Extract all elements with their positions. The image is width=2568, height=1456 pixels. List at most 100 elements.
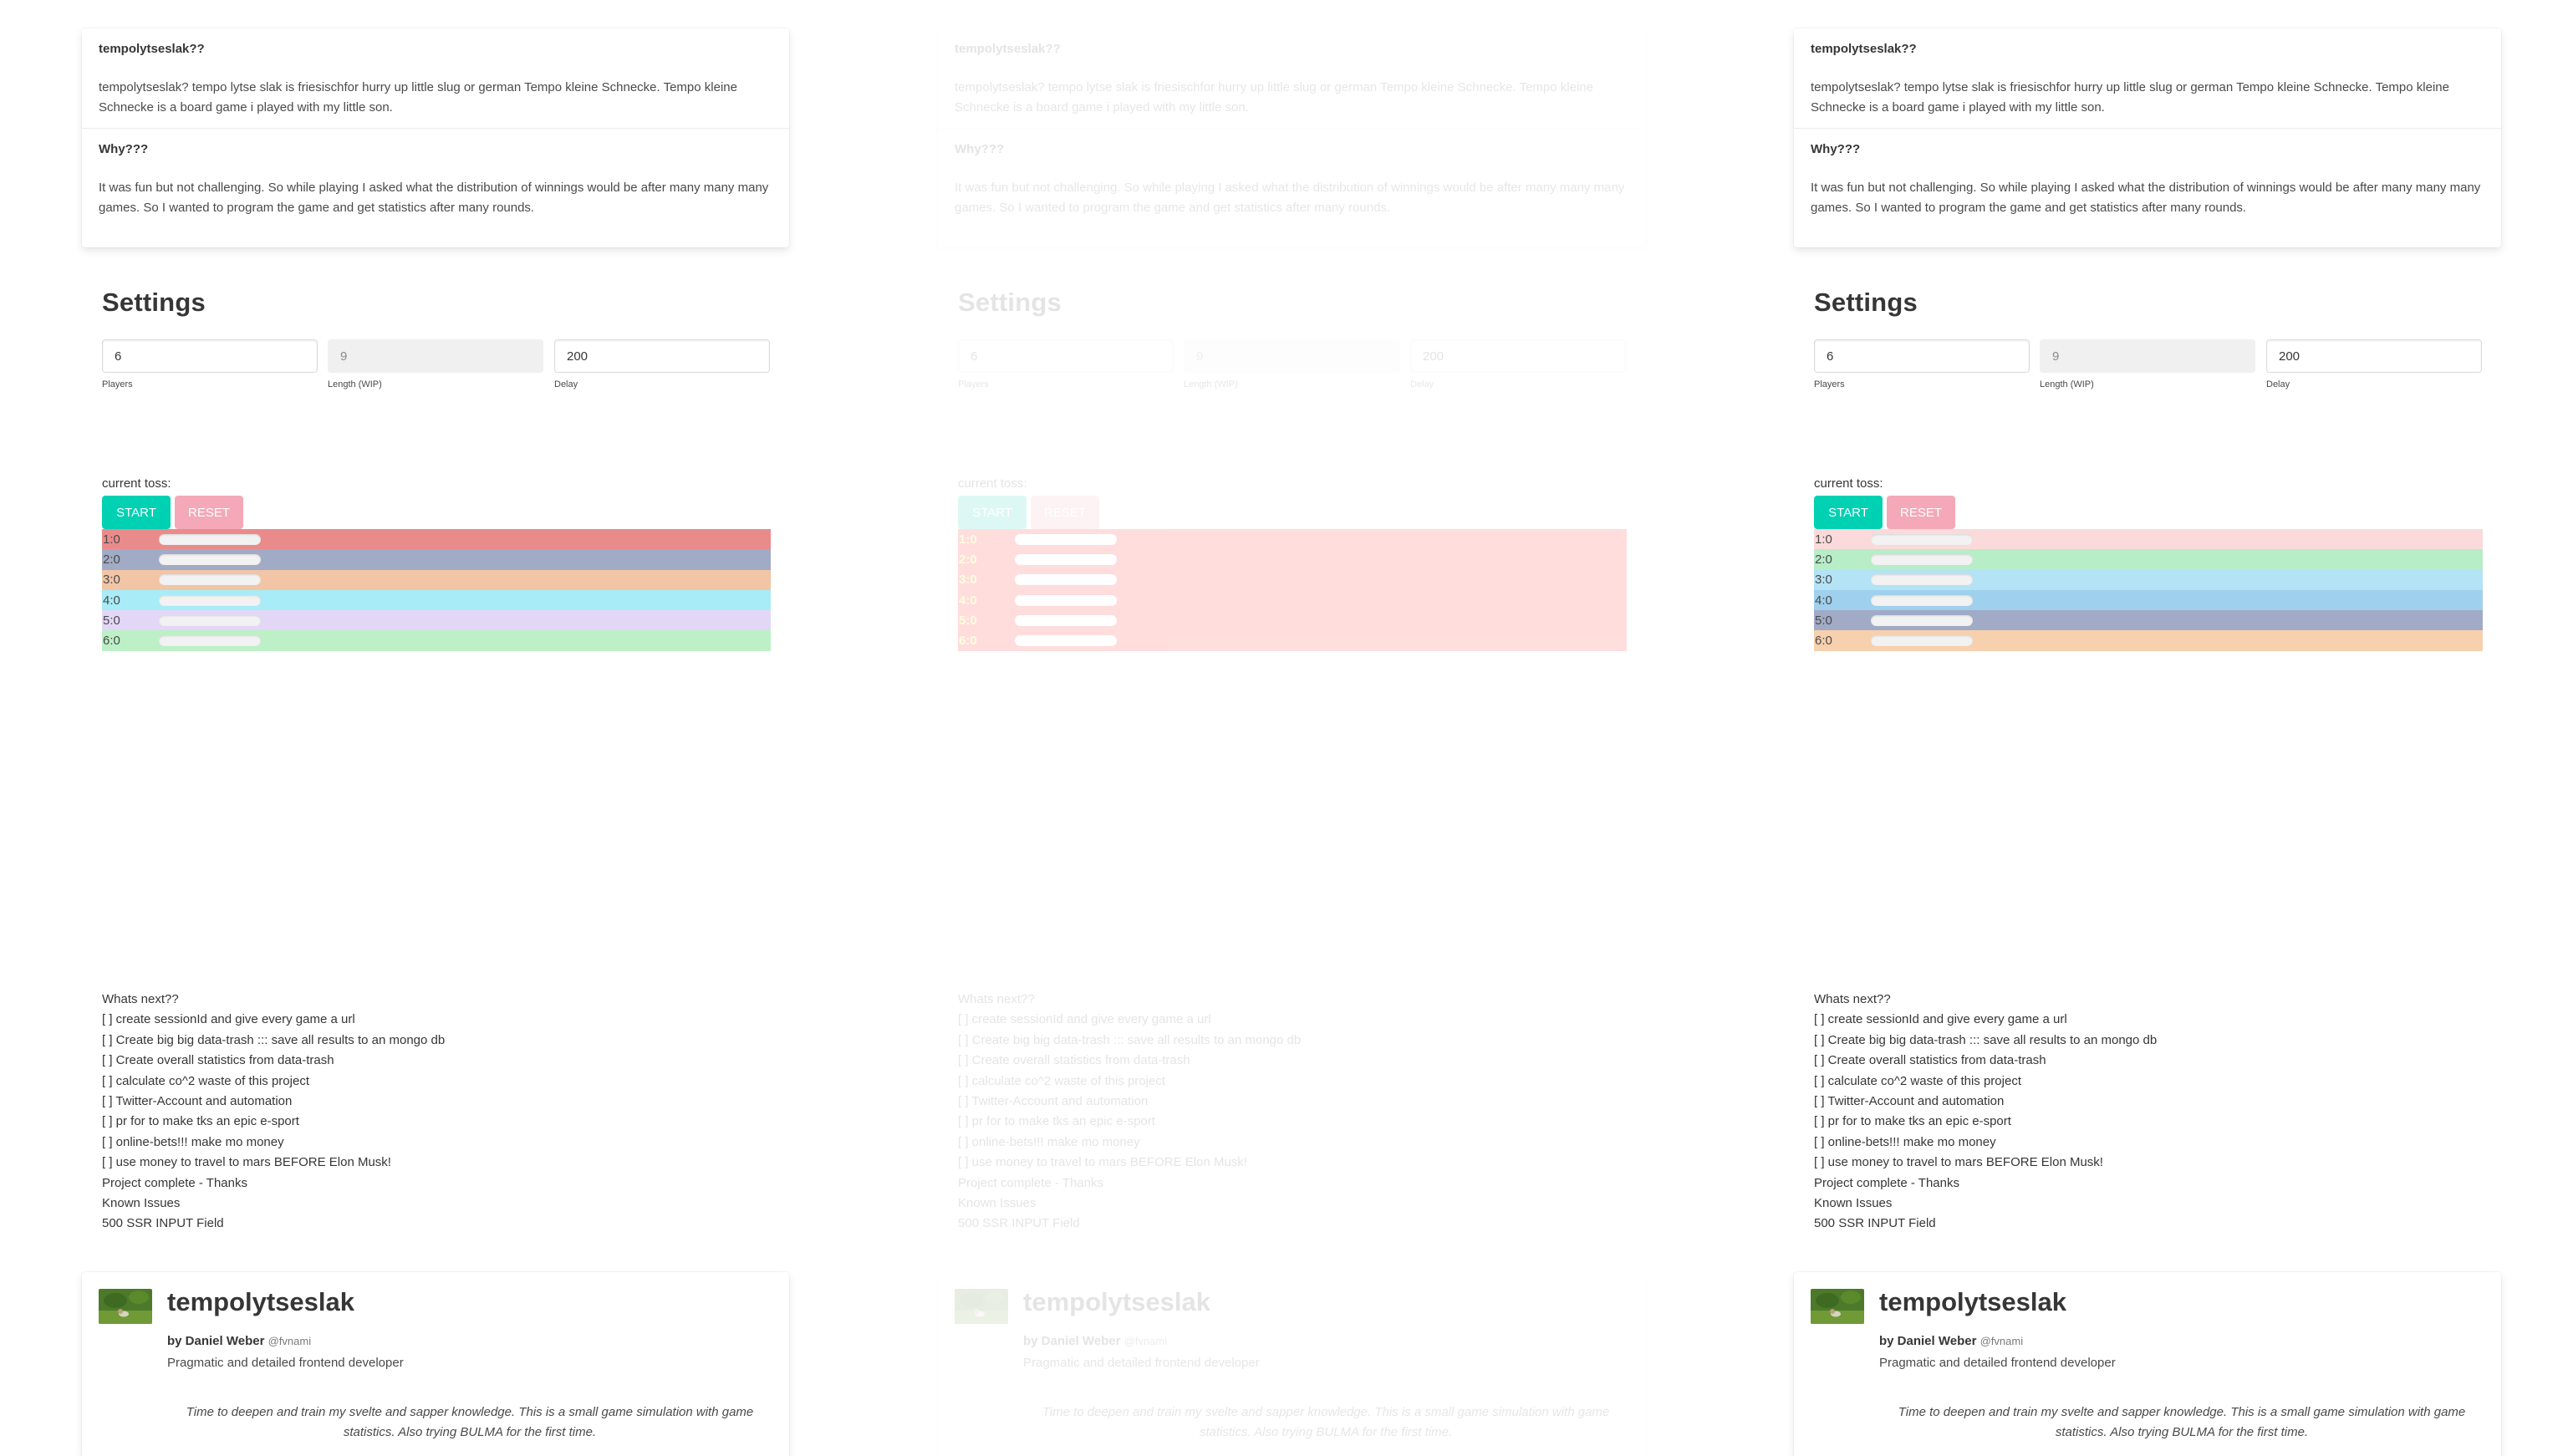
slug-piece <box>159 553 261 565</box>
intro-title: tempolytseslak?? <box>1811 42 1917 56</box>
todo-item: [ ] create sessionId and give every game… <box>1814 1012 2067 1027</box>
todo-item: [ ] create sessionId and give every game… <box>958 1012 1211 1027</box>
race-lane: 3:0 <box>102 569 771 590</box>
known-issue-item: 500 SSR INPUT Field <box>1814 1216 1936 1231</box>
race-lane: 5:0 <box>102 610 771 631</box>
current-toss-label: current toss: <box>958 476 1027 491</box>
why-section: Why??? It was fun but not challenging. S… <box>938 128 1645 228</box>
panel-middle: tempolytseslak?? tempolytseslak? tempo l… <box>856 0 1712 1456</box>
intro-section: tempolytseslak?? tempolytseslak? tempo l… <box>1794 28 2501 128</box>
why-title: Why??? <box>99 142 149 156</box>
known-issue-item: 500 SSR INPUT Field <box>958 1216 1080 1231</box>
todo-item: [ ] pr for to make tks an epic e-sport <box>102 1114 299 1129</box>
delay-input[interactable] <box>554 339 770 373</box>
lane-score: 4:0 <box>103 593 120 608</box>
start-button[interactable]: START <box>1814 496 1883 529</box>
length-field: Length (WIP) <box>2040 339 2255 389</box>
lane-score: 6:0 <box>1815 634 1832 649</box>
start-button[interactable]: START <box>958 496 1027 529</box>
why-text: It was fun but not challenging. So while… <box>99 181 769 215</box>
profile-card: tempolytseslak by Daniel Weber @fvnami P… <box>1794 1272 2501 1456</box>
app-view: tempolytseslak?? tempolytseslak? tempo l… <box>1712 0 2568 1456</box>
slug-piece <box>1015 594 1117 606</box>
intro-title: tempolytseslak?? <box>99 42 205 56</box>
length-field: Length (WIP) <box>1184 339 1399 389</box>
settings-title: Settings <box>958 288 1062 317</box>
players-label: Players <box>958 379 989 389</box>
race-lane: 3:0 <box>1814 569 2483 590</box>
info-card: tempolytseslak?? tempolytseslak? tempo l… <box>938 28 1645 247</box>
reset-button[interactable]: RESET <box>1887 496 1955 529</box>
lane-score: 2:0 <box>959 552 977 567</box>
lane-score: 5:0 <box>103 613 120 628</box>
avatar <box>99 1289 152 1324</box>
intro-title: tempolytseslak?? <box>955 42 1061 56</box>
slug-piece <box>1015 614 1117 626</box>
lane-score: 4:0 <box>1815 593 1832 608</box>
race-track: 1:0 2:0 3:0 4:0 5:0 6:0 <box>958 529 1627 651</box>
author-line: by Daniel Weber @fvnami <box>1879 1334 2023 1348</box>
reset-button[interactable]: RESET <box>175 496 243 529</box>
slug-piece <box>1871 614 1973 626</box>
app-view: tempolytseslak?? tempolytseslak? tempo l… <box>0 0 856 1456</box>
why-text: It was fun but not challenging. So while… <box>955 181 1625 215</box>
todo-item: [ ] use money to travel to mars BEFORE E… <box>102 1155 391 1170</box>
todo-item: [ ] Create overall statistics from data-… <box>102 1053 334 1068</box>
length-label: Length (WIP) <box>1184 379 1238 389</box>
known-issues-heading: Known Issues <box>958 1196 1037 1211</box>
delay-input[interactable] <box>2266 339 2482 373</box>
author-line: by Daniel Weber @fvnami <box>167 1334 311 1348</box>
race-lane: 5:0 <box>1814 610 2483 631</box>
project-description: Time to deepen and train my svelte and s… <box>186 1405 754 1439</box>
app-view: tempolytseslak?? tempolytseslak? tempo l… <box>856 0 1712 1456</box>
players-input[interactable] <box>102 339 318 373</box>
players-input[interactable] <box>958 339 1174 373</box>
slug-piece <box>1015 574 1117 586</box>
start-button[interactable]: START <box>102 496 171 529</box>
delay-input[interactable] <box>1410 339 1626 373</box>
slug-piece <box>1015 553 1117 565</box>
profile-card: tempolytseslak by Daniel Weber @fvnami P… <box>82 1272 789 1456</box>
todo-list: Whats next?? [ ] create sessionId and gi… <box>1814 990 2157 1235</box>
todo-item: [ ] online-bets!!! make mo money <box>958 1134 1140 1149</box>
todo-item: [ ] pr for to make tks an epic e-sport <box>1814 1114 2011 1129</box>
delay-label: Delay <box>554 379 578 389</box>
slug-piece <box>1871 574 1973 586</box>
lane-score: 3:0 <box>103 573 120 588</box>
intro-text: tempolytseslak? tempo lytse slak is frie… <box>99 80 737 115</box>
slug-piece <box>1871 533 1973 545</box>
todo-item: [ ] Create big big data-trash ::: save a… <box>102 1032 446 1047</box>
length-label: Length (WIP) <box>2040 379 2094 389</box>
todo-heading: Whats next?? <box>1814 992 1891 1006</box>
reset-button[interactable]: RESET <box>1031 496 1099 529</box>
why-section: Why??? It was fun but not challenging. S… <box>1794 128 2501 228</box>
intro-text: tempolytseslak? tempo lytse slak is frie… <box>1811 80 2449 115</box>
slug-piece <box>1015 533 1117 545</box>
delay-field: Delay <box>2266 339 2482 389</box>
delay-field: Delay <box>554 339 770 389</box>
players-input[interactable] <box>1814 339 2030 373</box>
players-field: Players <box>958 339 1174 389</box>
panel-left: tempolytseslak?? tempolytseslak? tempo l… <box>0 0 856 1456</box>
todo-item: [ ] calculate co^2 waste of this project <box>102 1073 309 1088</box>
todo-item: [ ] Create big big data-trash ::: save a… <box>1814 1032 2158 1047</box>
race-lane: 6:0 <box>958 630 1627 651</box>
players-field: Players <box>1814 339 2030 389</box>
profile-card: tempolytseslak by Daniel Weber @fvnami P… <box>938 1272 1645 1456</box>
length-input <box>1184 339 1399 373</box>
race-track: 1:0 2:0 3:0 4:0 5:0 6:0 <box>1814 529 2483 651</box>
race-lane: 4:0 <box>958 589 1627 611</box>
author-handle: @fvnami <box>1124 1335 1168 1347</box>
todo-item: [ ] calculate co^2 waste of this project <box>1814 1073 2021 1088</box>
todo-list: Whats next?? [ ] create sessionId and gi… <box>102 990 445 1235</box>
slug-piece <box>159 594 261 606</box>
current-toss-label: current toss: <box>1814 476 1883 491</box>
length-label: Length (WIP) <box>328 379 382 389</box>
race-lane: 6:0 <box>102 630 771 651</box>
lane-score: 1:0 <box>103 532 120 547</box>
race-lane: 4:0 <box>102 589 771 611</box>
todo-item: [ ] Create overall statistics from data-… <box>958 1053 1190 1068</box>
race-lane: 2:0 <box>958 549 1627 570</box>
intro-text: tempolytseslak? tempo lytse slak is frie… <box>955 80 1593 115</box>
todo-item: [ ] Twitter-Account and automation <box>958 1094 1149 1109</box>
